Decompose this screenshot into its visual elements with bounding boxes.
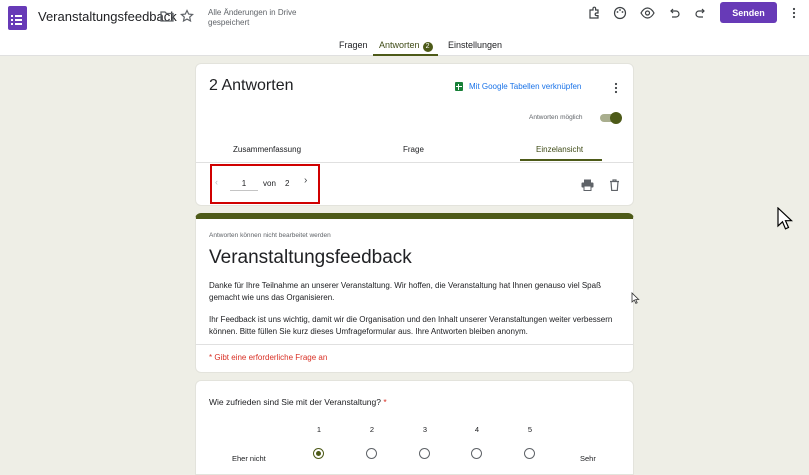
preview-icon[interactable] [637,3,657,23]
active-subtab-indicator [520,159,602,161]
responses-card: 2 Antworten Mit Google Tabellen verknüpf… [195,63,634,206]
forms-logo-icon[interactable] [8,6,27,30]
addon-icon[interactable] [584,3,604,23]
scale-radio-3[interactable] [419,448,430,459]
undo-icon[interactable] [664,3,684,23]
scale-label-1: 1 [316,425,322,434]
required-mark: * [383,397,387,407]
accepting-responses-label: Antworten möglich [529,114,583,121]
responses-more-icon[interactable] [606,78,626,98]
question-card: Wie zufrieden sind Sie mit der Veranstal… [195,380,634,475]
print-icon[interactable] [577,175,597,195]
chevron-right-icon[interactable]: › [304,175,307,186]
divider [196,344,633,345]
delete-icon[interactable] [604,175,624,195]
subtab-individual[interactable]: Einzelansicht [536,145,583,154]
tab-settings[interactable]: Einstellungen [448,40,502,50]
folder-icon[interactable] [157,6,177,26]
palette-icon[interactable] [610,3,630,23]
link-sheets-button[interactable]: Mit Google Tabellen verknüpfen [455,82,581,91]
link-sheets-label: Mit Google Tabellen verknüpfen [469,82,582,91]
not-editable-note: Antworten können nicht bearbeitet werden [209,232,331,239]
pager-of-label: von [263,179,276,188]
toggle-knob [610,112,622,124]
scale-radio-4[interactable] [471,448,482,459]
scale-radio-1[interactable] [313,448,324,459]
tab-responses-label: Antworten [379,40,420,50]
divider [196,162,633,163]
send-button[interactable]: Senden [720,2,777,23]
save-status-line1: Alle Änderungen in Drive [208,8,297,17]
subtab-summary[interactable]: Zusammenfassung [233,145,301,154]
responses-count-badge: 2 [422,42,433,52]
save-status: Alle Änderungen in Drive gespeichert [208,8,308,28]
mouse-cursor-icon [777,206,794,236]
form-description: Danke für Ihre Teilnahme an unserer Vera… [209,280,619,338]
scale-radio-5[interactable] [524,448,535,459]
scale-label-3: 3 [422,425,428,434]
scale-radio-2[interactable] [366,448,377,459]
form-description-p2: Ihr Feedback ist uns wichtig, damit wir … [209,315,613,336]
pager-current-input[interactable] [230,177,258,191]
save-status-line2: gespeichert [208,18,250,27]
doc-title[interactable]: Veranstaltungsfeedback [38,9,177,24]
scale-low-label: Eher nicht [232,454,266,463]
chevron-left-icon[interactable]: ‹ [215,177,218,187]
scale-high-label: Sehr [580,454,596,463]
mouse-cursor-small-icon [631,291,640,309]
scale-label-4: 4 [474,425,480,434]
accepting-responses-toggle[interactable] [600,112,622,124]
scale-label-2: 2 [369,425,375,434]
star-icon[interactable] [177,6,197,26]
form-description-p1: Danke für Ihre Teilnahme an unserer Vera… [209,281,601,302]
active-tab-indicator [373,54,438,56]
redo-icon[interactable] [691,3,711,23]
required-note: * Gibt eine erforderliche Frage an [209,353,328,362]
tab-responses[interactable]: Antworten 2 [379,40,433,52]
more-vert-icon[interactable] [784,3,804,23]
form-header-card: Antworten können nicht bearbeitet werden… [195,213,634,373]
question-text: Wie zufrieden sind Sie mit der Veranstal… [209,397,381,407]
question-title: Wie zufrieden sind Sie mit der Veranstal… [209,397,387,407]
sheets-icon [455,82,463,91]
tab-questions[interactable]: Fragen [339,40,368,50]
top-bar: Veranstaltungsfeedback Alle Änderungen i… [0,0,809,56]
form-title: Veranstaltungsfeedback [209,247,412,268]
responses-title: 2 Antworten [209,77,294,94]
scale-label-5: 5 [527,425,533,434]
subtab-question[interactable]: Frage [403,145,424,154]
main-tabs: Fragen Antworten 2 Einstellungen [0,36,809,56]
pager-total: 2 [285,179,290,188]
